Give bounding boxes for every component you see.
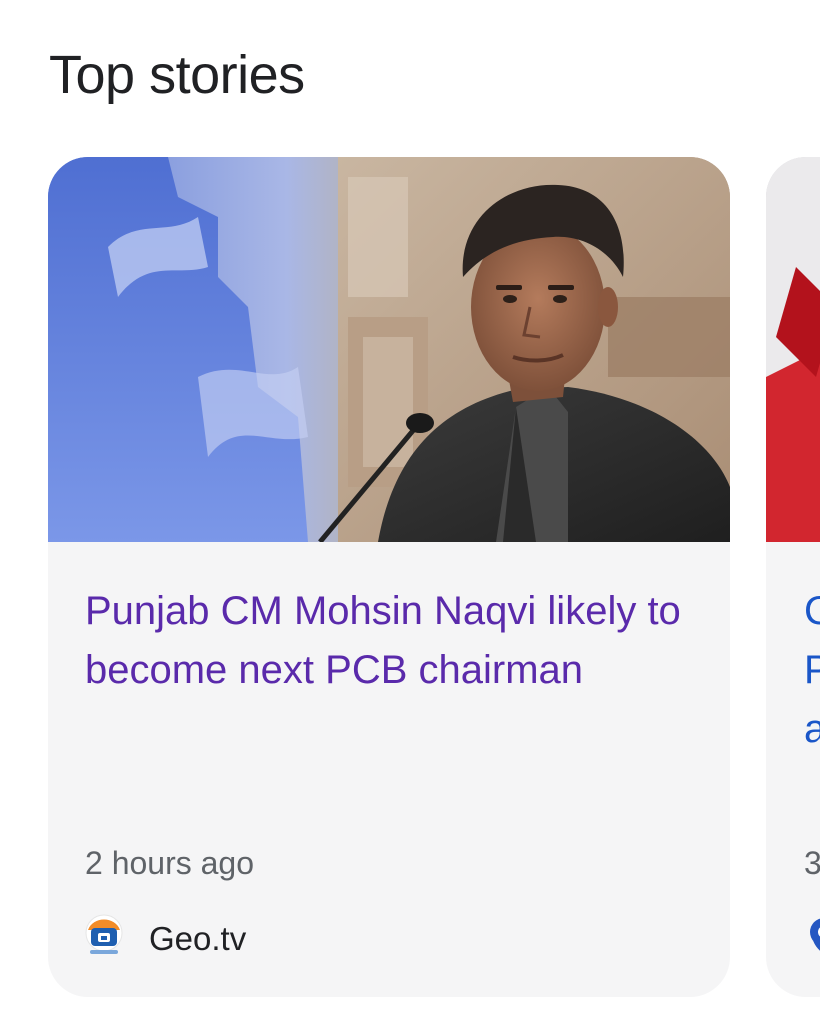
story-thumbnail[interactable] bbox=[48, 157, 730, 542]
story-card-next[interactable]: C P a 3 bbox=[766, 157, 820, 997]
top-stories-page: Top stories Punjab CM Mohsin Naqvi likel… bbox=[0, 0, 820, 1017]
story-time: 2 hours ago bbox=[85, 845, 255, 881]
story-time-next: 3 bbox=[804, 845, 820, 881]
story-card[interactable]: Punjab CM Mohsin Naqvi likely to become … bbox=[48, 157, 730, 997]
story-headline[interactable]: Punjab CM Mohsin Naqvi likely to become … bbox=[85, 582, 705, 700]
source-name: Geo.tv bbox=[149, 920, 247, 957]
geo-tv-logo-icon bbox=[85, 914, 123, 965]
section-title: Top stories bbox=[49, 45, 305, 105]
story-thumbnail-next[interactable] bbox=[766, 157, 820, 542]
story-source-next[interactable] bbox=[804, 913, 820, 965]
story-source[interactable]: Geo.tv bbox=[85, 913, 246, 965]
source-logo-icon bbox=[804, 914, 820, 965]
story-headline-next[interactable]: C P a bbox=[804, 582, 820, 759]
